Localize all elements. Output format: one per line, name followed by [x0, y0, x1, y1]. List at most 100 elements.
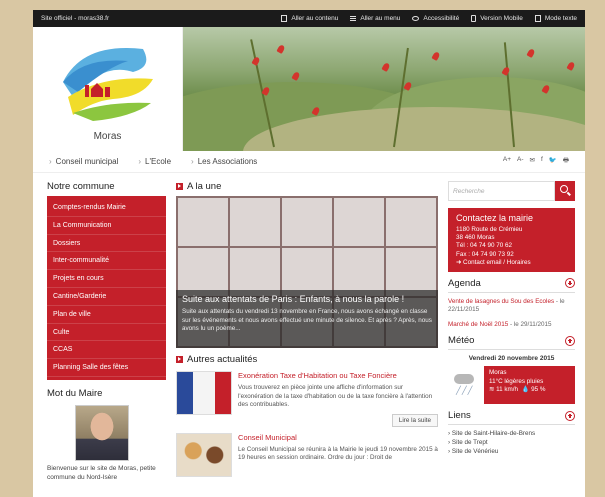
eye-icon [412, 16, 420, 21]
tools-bar: A+ A- ✉ f 🐦 🖶 [503, 156, 569, 167]
font-decrease-button[interactable]: A- [517, 156, 524, 167]
phone-icon [471, 15, 477, 22]
menu-item-communication[interactable]: La Communication [47, 217, 167, 235]
liens-heading: Liens [448, 410, 575, 426]
meteo-date: Vendredi 20 novembre 2015 [468, 355, 555, 363]
contact-box: Contactez la mairie 1180 Route de Crémie… [448, 208, 575, 272]
top-bar: Site officiel - moras38.fr Aller au cont… [33, 10, 585, 27]
search-input[interactable]: Recherche [448, 181, 555, 201]
agenda-date: - le 29/11/2015 [508, 320, 552, 328]
twitter-icon[interactable]: 🐦 [549, 156, 557, 167]
site-label: Site officiel - moras38.fr [41, 15, 110, 22]
nav-item-associations[interactable]: Les Associations [191, 157, 258, 166]
agenda-more-icon[interactable] [565, 278, 575, 289]
notre-commune-title: Notre commune [47, 181, 115, 192]
agenda-item: Marché de Noël 2015 - le 29/11/2015 [448, 321, 575, 330]
contact-title: Contactez la mairie [456, 213, 534, 223]
meteo-more-icon[interactable] [565, 335, 575, 346]
play-icon [176, 356, 184, 363]
print-icon[interactable]: 🖶 [563, 156, 569, 167]
search-form: Recherche [448, 181, 575, 201]
main-nav: Conseil municipal L'Ecole Les Associatio… [33, 151, 585, 173]
meteo-heading: Météo [448, 335, 575, 351]
text-mode-link[interactable]: Mode texte [534, 15, 577, 22]
nav-item-ecole[interactable]: L'Ecole [138, 157, 171, 166]
contact-email-link[interactable]: ➜ Contact email / Horaires [456, 259, 567, 267]
town-logo [63, 47, 153, 121]
skip-to-content-label: Aller au contenu [291, 15, 339, 22]
meteo-wind-humidity: ≋ 11 km/h 💧 95 % [489, 386, 546, 394]
news-item: Conseil Municipal Le Conseil Municipal s… [176, 432, 438, 477]
featured-slider[interactable]: Suite aux attentats de Paris : Enfants, … [176, 196, 439, 348]
slider-caption: Suite aux attentats de Paris : Enfants, … [176, 290, 439, 348]
autres-actualites-heading: Autres actualités [176, 354, 438, 365]
autres-actualites-title: Autres actualités [187, 354, 258, 365]
meteo-wind: 11 km/h [496, 386, 518, 394]
menu-item-dossiers[interactable]: Dossiers [47, 235, 167, 253]
accessibility-label: Accessibilité [423, 15, 460, 22]
menu-item-cantine[interactable]: Cantine/Garderie [47, 288, 167, 306]
liens-more-icon[interactable] [565, 410, 575, 421]
a-la-une-title: A la une [187, 181, 222, 192]
left-column: Notre commune Comptes-rendus Mairie La C… [47, 181, 167, 483]
meteo-details: Moras 11°C légères pluies ≋ 11 km/h 💧 95… [484, 366, 575, 405]
a-la-une-heading: A la une [176, 181, 438, 192]
meteo-humidity: 95 % [531, 386, 546, 394]
menu-item-intercommunalite[interactable]: Inter-communalité [47, 252, 167, 271]
meteo-place: Moras [489, 369, 507, 377]
email-icon[interactable]: ✉ [530, 156, 535, 167]
menu-item-plan[interactable]: Plan de ville [47, 306, 167, 324]
meteo-title: Météo [448, 335, 475, 347]
mot-du-maire-text: Bienvenue sur le site de Moras, petite c… [47, 464, 156, 481]
meteo-widget: ╱╱╱ Moras 11°C légères pluies ≋ 11 km/h … [448, 366, 575, 405]
skip-to-menu-label: Aller au menu [360, 15, 401, 22]
font-increase-button[interactable]: A+ [503, 156, 511, 167]
rain-cloud-icon: ╱╱╱ [448, 366, 484, 404]
link-item[interactable]: › Site de Vénérieu [448, 448, 575, 457]
mayor-photo [75, 404, 129, 461]
contact-address: 1180 Route de Crémieu [456, 226, 523, 233]
search-button[interactable] [555, 181, 575, 201]
logo-link[interactable]: Moras [33, 27, 183, 151]
search-icon [560, 185, 568, 193]
agenda-heading: Agenda [448, 278, 575, 293]
menu-item-comptes-rendus[interactable]: Comptes-rendus Mairie [47, 199, 167, 217]
agenda-item: Vente de lasagnes du Sou des Ecoles - le… [448, 298, 575, 315]
news-thumbnail[interactable] [176, 432, 233, 477]
link-item[interactable]: › Site de Saint-Hilaire-de-Brens [448, 430, 575, 439]
news-title[interactable]: Exonération Taxe d'Habitation ou Taxe Fo… [238, 371, 438, 380]
slide-title[interactable]: Suite aux attentats de Paris : Enfants, … [182, 294, 432, 304]
page-frame: Site officiel - moras38.fr Aller au cont… [33, 10, 585, 497]
contact-phone: Tél : 04 74 90 70 62 [456, 242, 513, 250]
play-icon [176, 183, 184, 190]
skip-to-menu-link[interactable]: Aller au menu [350, 15, 400, 22]
link-item[interactable]: › Site de Trept [448, 439, 575, 448]
facebook-icon[interactable]: f [541, 156, 543, 167]
mobile-version-link[interactable]: Version Mobile [471, 15, 523, 22]
main-content: Notre commune Comptes-rendus Mairie La C… [33, 173, 585, 483]
agenda-link[interactable]: Vente de lasagnes du Sou des Ecoles [448, 298, 554, 305]
menu-item-culte[interactable]: Culte [47, 324, 167, 342]
menu-item-ccas[interactable]: CCAS [47, 341, 167, 360]
contact-city: 38 460 Moras [456, 234, 495, 242]
slide-text: Suite aux attentats du vendredi 13 novem… [182, 308, 432, 332]
menu-item-projets[interactable]: Projets en cours [47, 270, 167, 288]
document-icon [281, 15, 288, 22]
news-excerpt: Le Conseil Municipal se réunira à la Mai… [238, 445, 438, 462]
menu-item-planning-salle[interactable]: Planning Salle des fêtes [47, 359, 167, 377]
news-item: Exonération Taxe d'Habitation ou Taxe Fo… [176, 371, 439, 427]
agenda-title: Agenda [448, 277, 481, 289]
banner-image [183, 27, 585, 151]
accessibility-link[interactable]: Accessibilité [412, 15, 459, 22]
news-thumbnail[interactable] [176, 371, 233, 415]
town-name: Moras [93, 131, 122, 142]
read-more-button[interactable]: Lire la suite [391, 413, 439, 427]
right-column: Recherche Contactez la mairie 1180 Route… [448, 181, 575, 483]
header: Moras [33, 27, 585, 151]
agenda-link[interactable]: Marché de Noël 2015 [448, 321, 508, 328]
nav-item-conseil-municipal[interactable]: Conseil municipal [49, 157, 119, 166]
text-mode-label: Mode texte [544, 15, 577, 22]
mot-du-maire-title: Mot du Maire [47, 387, 103, 399]
skip-to-content-link[interactable]: Aller au contenu [281, 15, 338, 22]
news-title[interactable]: Conseil Municipal [238, 433, 438, 442]
